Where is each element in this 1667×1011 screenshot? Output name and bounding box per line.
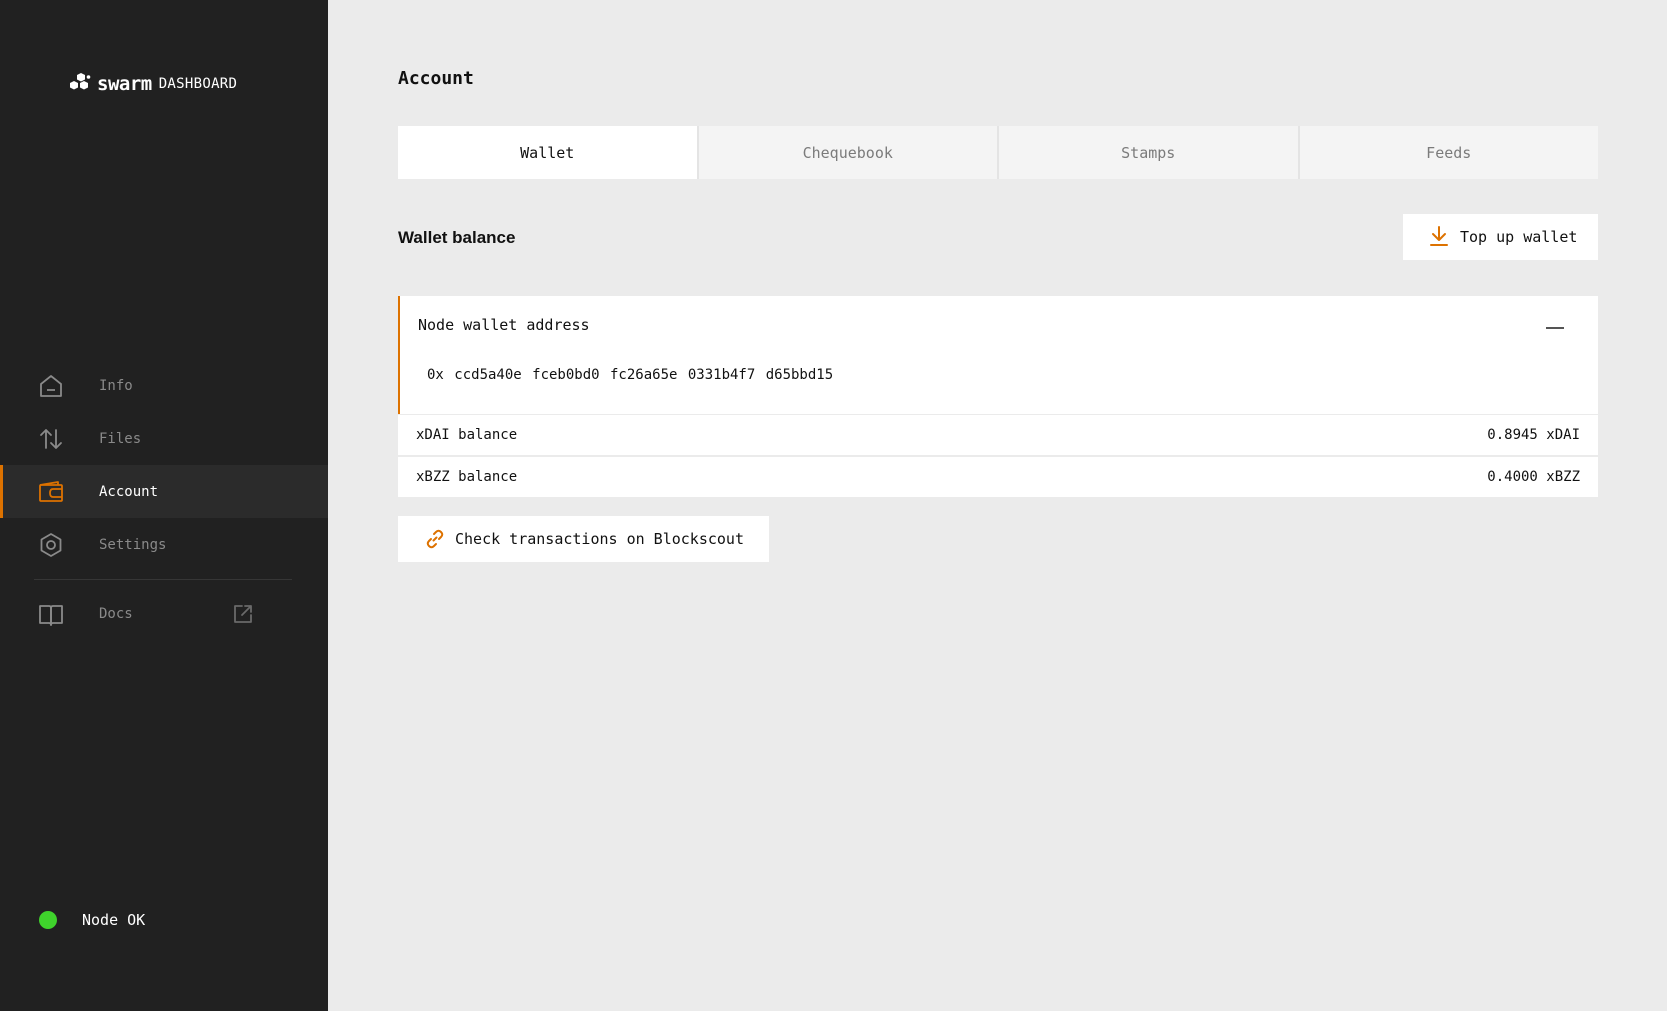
app-logo[interactable]: swarm DASHBOARD bbox=[68, 72, 237, 96]
check-blockscout-button[interactable]: Check transactions on Blockscout bbox=[398, 516, 769, 562]
node-wallet-address-value[interactable]: 0x ccd5a40e fceb0bd0 fc26a65e 0331b4f7 d… bbox=[427, 367, 833, 383]
sidebar-divider bbox=[34, 579, 292, 580]
gear-icon bbox=[40, 533, 62, 557]
xdai-balance-row: xDAI balance 0.8945 xDAI bbox=[398, 415, 1598, 455]
blockscout-label: Check transactions on Blockscout bbox=[455, 530, 744, 548]
home-icon bbox=[40, 375, 62, 397]
tab-feeds[interactable]: Feeds bbox=[1297, 126, 1598, 179]
sidebar-item-label: Info bbox=[99, 377, 133, 394]
sidebar-item-account[interactable]: Account bbox=[0, 465, 328, 518]
logo-wordmark: swarm bbox=[97, 73, 152, 95]
status-label: Node OK bbox=[82, 911, 146, 929]
sidebar: swarm DASHBOARD Info Files Account Setti… bbox=[0, 0, 328, 1011]
sidebar-item-files[interactable]: Files bbox=[0, 412, 328, 465]
balance-value: 0.4000 xBZZ bbox=[1487, 469, 1580, 485]
sidebar-item-label: Files bbox=[99, 430, 142, 447]
node-status: Node OK bbox=[39, 911, 145, 929]
wallet-balance-heading: Wallet balance bbox=[398, 228, 516, 247]
node-wallet-address-card: Node wallet address 0x ccd5a40e fceb0bd0… bbox=[398, 296, 1598, 414]
download-icon bbox=[1430, 226, 1448, 246]
xbzz-balance-row: xBZZ balance 0.4000 xBZZ bbox=[398, 457, 1598, 497]
sidebar-item-info[interactable]: Info bbox=[0, 359, 328, 412]
tab-chequebook[interactable]: Chequebook bbox=[696, 126, 997, 179]
node-wallet-address-label: Node wallet address bbox=[418, 316, 590, 334]
balance-label: xBZZ balance bbox=[416, 469, 518, 485]
arrows-up-down-icon bbox=[40, 429, 62, 449]
page-title: Account bbox=[398, 68, 474, 89]
tab-wallet[interactable]: Wallet bbox=[398, 126, 697, 179]
balance-value: 0.8945 xDAI bbox=[1487, 427, 1580, 443]
top-up-wallet-button[interactable]: Top up wallet bbox=[1403, 214, 1598, 260]
collapse-icon[interactable] bbox=[1544, 316, 1568, 340]
tab-stamps[interactable]: Stamps bbox=[997, 126, 1298, 179]
sidebar-item-settings[interactable]: Settings bbox=[0, 518, 328, 571]
sidebar-item-label: Account bbox=[99, 483, 159, 500]
logo-subtitle: DASHBOARD bbox=[158, 76, 238, 92]
sidebar-item-label: Settings bbox=[99, 536, 167, 553]
balance-label: xDAI balance bbox=[416, 427, 518, 443]
docs-label: Docs bbox=[99, 606, 133, 622]
swarm-logo-icon bbox=[70, 73, 91, 90]
account-tabs: Wallet Chequebook Stamps Feeds bbox=[398, 126, 1598, 179]
book-icon bbox=[39, 605, 63, 626]
wallet-icon bbox=[39, 481, 63, 502]
top-up-label: Top up wallet bbox=[1460, 228, 1578, 246]
external-link-icon bbox=[234, 605, 252, 623]
sidebar-item-docs[interactable]: Docs bbox=[0, 588, 328, 641]
sidebar-nav: Info Files Account Settings bbox=[0, 359, 328, 571]
status-indicator-icon bbox=[39, 911, 57, 929]
link-icon bbox=[426, 529, 444, 549]
